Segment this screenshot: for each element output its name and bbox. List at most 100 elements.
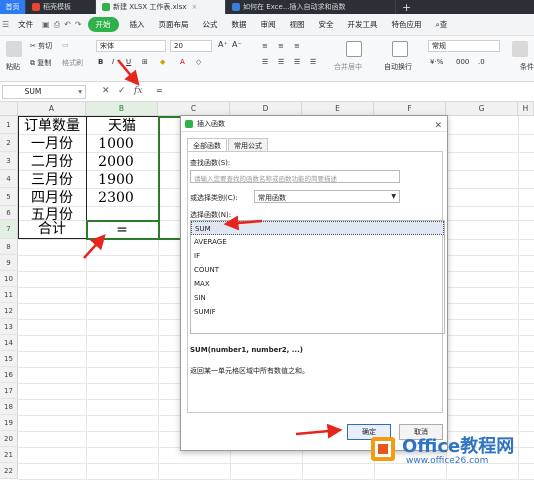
merge-icon[interactable] <box>346 41 362 57</box>
cell-b1[interactable]: 天猫 <box>86 117 158 135</box>
paste-icon[interactable] <box>6 41 22 57</box>
column-header-d[interactable]: D <box>230 102 302 116</box>
conditional-format-label[interactable]: 条件 <box>520 62 534 72</box>
align-bottom-icon[interactable]: ≡ <box>294 42 300 50</box>
cell-a2[interactable]: 一月份 <box>18 135 86 153</box>
menu-security[interactable]: 安全 <box>312 19 341 30</box>
tab-templates[interactable]: 稻壳模板 <box>26 0 96 14</box>
column-header-b[interactable]: B <box>86 102 158 116</box>
fill-color-icon[interactable]: ◆ <box>160 58 165 66</box>
row-header[interactable]: 5 <box>0 188 18 206</box>
print-icon[interactable]: ⎙ <box>54 20 60 30</box>
function-item-sum[interactable]: SUM <box>191 221 444 235</box>
row-header[interactable]: 15 <box>0 351 18 367</box>
menu-page-layout[interactable]: 页面布局 <box>152 19 196 30</box>
cell-a7[interactable]: 合计 <box>18 220 86 238</box>
underline-icon[interactable]: U <box>126 58 131 66</box>
name-box[interactable]: SUM ▾ <box>2 85 86 99</box>
column-header-a[interactable]: A <box>18 102 86 116</box>
function-item-sin[interactable]: SIN <box>191 291 444 305</box>
cell-a3[interactable]: 二月份 <box>18 153 86 171</box>
dialog-titlebar[interactable]: 插入函数 ✕ <box>181 116 447 132</box>
function-list[interactable]: SUM AVERAGE IF COUNT MAX SIN SUMIF <box>190 220 445 334</box>
currency-icon[interactable]: ¥·% <box>430 58 443 66</box>
shrink-font-icon[interactable]: A⁻ <box>232 40 242 49</box>
function-search-input[interactable]: 请输入您要查找的函数名称或函数功能的简要描述 <box>190 170 400 183</box>
cell-b2[interactable]: 1000 <box>86 135 146 153</box>
dialog-close-icon[interactable]: ✕ <box>434 118 442 134</box>
wrap-icon[interactable] <box>392 41 408 57</box>
function-item-average[interactable]: AVERAGE <box>191 235 444 249</box>
row-header[interactable]: 2 <box>0 134 18 152</box>
row-header[interactable]: 16 <box>0 367 18 383</box>
row-header[interactable]: 13 <box>0 319 18 335</box>
tab-workbook[interactable]: 新建 XLSX 工作表.xlsx × <box>96 0 226 14</box>
tab-doc[interactable]: 如何在 Exce...插入自动求和函数 <box>226 0 396 14</box>
bold-icon[interactable]: B <box>98 58 103 66</box>
column-header-h[interactable]: H <box>518 102 534 116</box>
formula-input[interactable]: = <box>156 86 163 95</box>
grow-font-icon[interactable]: A⁺ <box>218 40 228 49</box>
wrap-label[interactable]: 自动换行 <box>384 62 412 72</box>
menu-formulas[interactable]: 公式 <box>196 19 225 30</box>
copy-button[interactable]: ⧉ 复制 <box>30 58 51 68</box>
row-header[interactable]: 6 <box>0 206 18 220</box>
row-header[interactable]: 14 <box>0 335 18 351</box>
align-top-icon[interactable]: ≡ <box>262 42 268 50</box>
new-tab-button[interactable]: + <box>396 0 417 14</box>
align-right-icon[interactable]: ☰ <box>294 58 300 66</box>
align-center-icon[interactable]: ☰ <box>278 58 284 66</box>
format-painter-icon[interactable]: ▭ <box>62 41 69 49</box>
column-header-g[interactable]: G <box>446 102 518 116</box>
row-header[interactable]: 4 <box>0 170 18 188</box>
clear-icon[interactable]: ◇ <box>196 58 201 66</box>
font-color-icon[interactable]: A <box>180 58 185 66</box>
row-header[interactable]: 12 <box>0 303 18 319</box>
justify-icon[interactable]: ☰ <box>310 58 316 66</box>
menu-data[interactable]: 数据 <box>225 19 254 30</box>
row-header[interactable]: 7 <box>0 220 18 239</box>
function-item-count[interactable]: COUNT <box>191 263 444 277</box>
undo-icon[interactable]: ↶ <box>64 20 71 29</box>
close-icon[interactable]: × <box>192 3 198 11</box>
row-header[interactable]: 22 <box>0 463 18 479</box>
row-header[interactable]: 17 <box>0 383 18 399</box>
border-icon[interactable]: ⊞ <box>142 58 148 66</box>
cell-a1[interactable]: 订单数量 <box>18 117 86 135</box>
select-all-corner[interactable] <box>0 102 18 116</box>
cell-b3[interactable]: 2000 <box>86 153 146 171</box>
font-size-select[interactable]: 20 <box>170 40 212 52</box>
cell-a4[interactable]: 三月份 <box>18 171 86 189</box>
menu-view[interactable]: 视图 <box>283 19 312 30</box>
row-header[interactable]: 1 <box>0 116 18 134</box>
row-header[interactable]: 8 <box>0 239 18 255</box>
function-item-sumif[interactable]: SUMIF <box>191 305 444 319</box>
tab-home[interactable]: 首页 <box>0 0 26 14</box>
insert-function-icon[interactable]: fx <box>134 86 142 96</box>
cell-a5[interactable]: 四月份 <box>18 189 86 207</box>
function-item-if[interactable]: IF <box>191 249 444 263</box>
menu-review[interactable]: 审阅 <box>254 19 283 30</box>
menu-features[interactable]: 特色应用 <box>385 19 429 30</box>
row-header[interactable]: 20 <box>0 431 18 447</box>
align-middle-icon[interactable]: ≡ <box>278 42 284 50</box>
redo-icon[interactable]: ↷ <box>75 20 82 29</box>
chevron-down-icon[interactable]: ▾ <box>78 87 82 96</box>
merge-label[interactable]: 合并居中 <box>334 62 362 72</box>
menu-file[interactable]: 文件 <box>11 19 40 30</box>
menu-search[interactable]: ⌕查 <box>429 19 455 30</box>
thousands-icon[interactable]: 000 <box>456 58 469 66</box>
decimal-icon[interactable]: .0 <box>478 58 485 66</box>
row-header[interactable]: 11 <box>0 287 18 303</box>
conditional-format-icon[interactable] <box>512 41 528 57</box>
paste-label[interactable]: 粘贴 <box>6 62 20 72</box>
save-icon[interactable]: ▣ <box>42 20 50 29</box>
function-item-max[interactable]: MAX <box>191 277 444 291</box>
cut-button[interactable]: ✂ 剪切 <box>30 41 52 51</box>
column-header-f[interactable]: F <box>374 102 446 116</box>
format-painter-button[interactable]: 格式刷 <box>62 58 83 68</box>
cell-b4[interactable]: 1900 <box>86 171 146 189</box>
italic-icon[interactable]: I <box>112 58 114 66</box>
confirm-formula-icon[interactable]: ✓ <box>118 86 126 96</box>
font-family-select[interactable]: 宋体 <box>96 40 166 52</box>
